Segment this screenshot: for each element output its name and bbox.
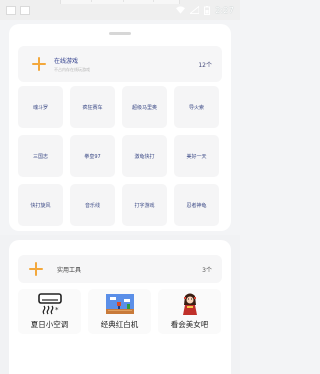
- game-tile[interactable]: 疯狂赛车: [70, 86, 115, 128]
- plus-icon: [29, 262, 43, 276]
- game-tile[interactable]: 拳皇97: [70, 135, 115, 177]
- tools-count: 3个: [202, 266, 212, 274]
- tools-title: 实用工具: [57, 266, 82, 274]
- notification-icon: [20, 5, 30, 15]
- air-conditioner-icon: *: [35, 292, 65, 316]
- games-grid: 魂斗罗 疯狂赛车 超级马里奥 导火索 三国志 拳皇97 激龟快打 美好一天 快打…: [18, 86, 222, 226]
- svg-text:*: *: [55, 306, 59, 314]
- battery-icon: [204, 6, 211, 15]
- drag-handle[interactable]: [109, 32, 131, 35]
- tool-air-conditioner[interactable]: * 夏日小空调: [18, 289, 81, 334]
- beauty-figure-icon: [175, 292, 205, 316]
- tool-label: 看会美女吧: [170, 320, 209, 329]
- game-tile[interactable]: 忍者神龟: [174, 184, 219, 226]
- signal-icon: [190, 6, 200, 14]
- online-games-header[interactable]: 在线游戏 不占内存在线玩游戏 12个: [18, 46, 222, 82]
- online-games-sheet: 在线游戏 不占内存在线玩游戏 12个 魂斗罗 疯狂赛车 超级马里奥 导火索 三国…: [9, 24, 231, 231]
- notification-icons: [6, 5, 30, 15]
- tools-list: * 夏日小空调 经典红白机 看会美女吧: [18, 289, 222, 334]
- notification-icon: [6, 5, 16, 15]
- status-icons: 2:27: [176, 6, 234, 15]
- tool-retro-console[interactable]: 经典红白机: [88, 289, 151, 334]
- plus-icon: [32, 57, 46, 71]
- wifi-icon: [176, 6, 186, 14]
- game-tile[interactable]: 导火索: [174, 86, 219, 128]
- online-games-count: 12个: [198, 61, 212, 69]
- clock: 2:27: [215, 5, 234, 15]
- online-games-subtitle: 不占内存在线玩游戏: [54, 66, 90, 72]
- game-tile[interactable]: 打字游戏: [122, 184, 167, 226]
- tool-label: 夏日小空调: [30, 320, 69, 329]
- tools-sheet: 实用工具 3个 * 夏日小空调 经典红白机 看会美女吧: [9, 240, 231, 374]
- game-tile[interactable]: 美好一天: [174, 135, 219, 177]
- retro-game-screen-icon: [105, 292, 135, 316]
- tool-beauty[interactable]: 看会美女吧: [158, 289, 221, 334]
- game-tile[interactable]: 音乐线: [70, 184, 115, 226]
- game-tile[interactable]: 三国志: [18, 135, 63, 177]
- game-tile[interactable]: 激龟快打: [122, 135, 167, 177]
- online-games-title: 在线游戏: [54, 57, 79, 65]
- tool-label: 经典红白机: [100, 320, 139, 329]
- game-tile[interactable]: 快打旋风: [18, 184, 63, 226]
- game-tile[interactable]: 超级马里奥: [122, 86, 167, 128]
- top-partial-panel: [60, 0, 180, 4]
- tools-header[interactable]: 实用工具 3个: [18, 255, 222, 283]
- game-tile[interactable]: 魂斗罗: [18, 86, 63, 128]
